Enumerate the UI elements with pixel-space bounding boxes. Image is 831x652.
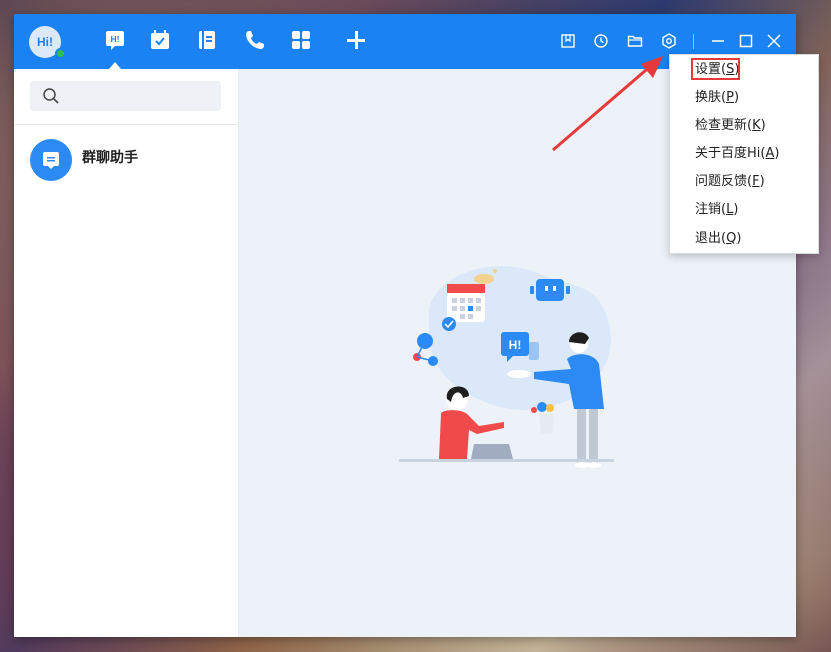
active-tab-indicator (109, 62, 121, 69)
maximize-icon[interactable] (737, 32, 755, 50)
folder-icon[interactable] (626, 32, 644, 50)
svg-text:H!: H! (111, 34, 120, 44)
menu-item-feedback[interactable]: 问题反馈(F) (695, 172, 765, 192)
menu-item-exit[interactable]: 退出(Q) (695, 229, 741, 249)
bookmark-icon[interactable] (559, 32, 577, 50)
close-icon[interactable] (765, 32, 783, 50)
settings-hex-icon[interactable] (660, 32, 678, 50)
titlebar-divider (693, 34, 694, 49)
calendar-check-icon[interactable] (148, 28, 172, 52)
chat-list-item[interactable]: 群聊助手 (14, 133, 238, 187)
hi-chat-icon[interactable]: H! (103, 28, 127, 52)
plus-icon[interactable] (344, 28, 368, 52)
menu-item-check-update[interactable]: 检查更新(K) (695, 116, 766, 136)
sidebar: 群聊助手 (14, 69, 239, 637)
online-status-dot (55, 48, 66, 59)
search-input[interactable] (66, 81, 220, 113)
phone-icon[interactable] (243, 28, 267, 52)
notebook-icon[interactable] (195, 28, 219, 52)
search-icon (42, 87, 60, 105)
settings-highlight-box (691, 58, 740, 80)
settings-context-menu: 设置(S) 换肤(P) 检查更新(K) 关于百度Hi(A) 问题反馈(F) 注销… (669, 54, 819, 254)
menu-item-skin[interactable]: 换肤(P) (695, 88, 739, 108)
chat-name: 群聊助手 (82, 147, 138, 167)
menu-item-logout[interactable]: 注销(L) (695, 200, 738, 220)
menu-item-about[interactable]: 关于百度Hi(A) (695, 144, 779, 164)
empty-state-illustration: H! (389, 244, 659, 484)
svg-text:H!: H! (509, 338, 522, 352)
apps-grid-icon[interactable] (289, 28, 313, 52)
minimize-icon[interactable] (709, 32, 727, 50)
group-assistant-icon (30, 139, 72, 181)
history-icon[interactable] (592, 32, 610, 50)
sidebar-divider (14, 124, 238, 125)
